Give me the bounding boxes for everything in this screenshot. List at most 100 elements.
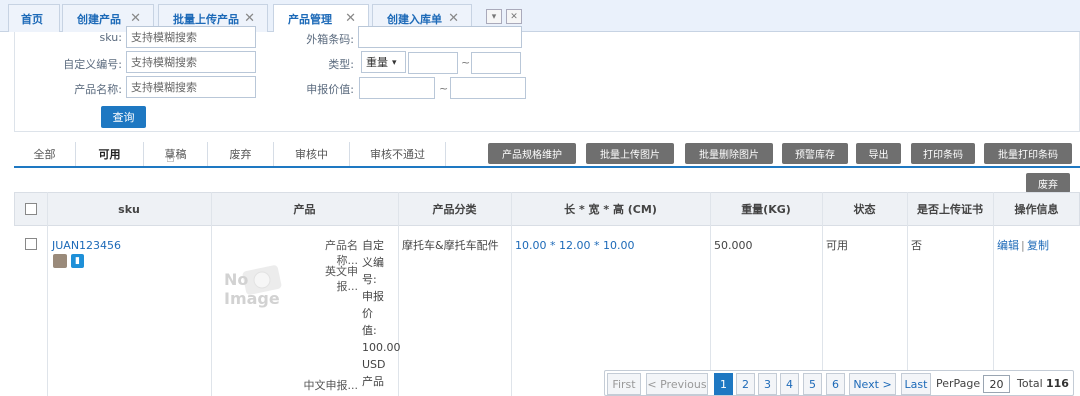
export-button[interactable]: 导出 [856,143,901,164]
tab-dropdown-icon[interactable]: ▾ [486,9,502,24]
pager-first[interactable]: First [607,373,641,395]
col-certificate: 是否上传证书 [917,203,983,216]
batch-delete-images-button[interactable]: 批量删除图片 [685,143,773,164]
dimensions-value: 10.00 * 12.00 * 10.00 [515,239,635,252]
field-value-line: 号: [362,273,377,286]
total-value: 116 [1046,377,1069,390]
status-tab-available[interactable]: 可用 [76,142,144,166]
close-icon[interactable]: ✕ [130,11,141,26]
clipboard-icon[interactable]: ▮ [71,254,84,268]
field-label-chinese-declared: 中文申报... [303,379,359,392]
type-select[interactable]: 重量 ▾ [361,51,406,73]
column-divider [993,192,994,396]
col-status: 状态 [853,203,876,216]
field-value-line: 价 [362,307,373,320]
print-barcode-button[interactable]: 打印条码 [911,143,975,164]
field-value-line: 义编 [362,256,384,269]
column-divider [47,192,48,396]
pager-page-3[interactable]: 3 [758,373,777,395]
select-all-checkbox[interactable] [25,203,37,215]
field-value-line: 产品 [362,375,384,388]
outer-barcode-input[interactable] [358,26,522,48]
certificate-value: 否 [911,239,922,252]
range-separator: ~ [439,82,449,95]
no-image-placeholder: No Image [222,262,296,308]
custom-code-input[interactable]: 支持模糊搜索 [126,51,256,73]
column-divider [398,192,399,396]
type-label: 类型: [328,58,354,71]
edit-link[interactable]: 编辑 [997,238,1019,253]
batch-upload-images-button[interactable]: 批量上传图片 [586,143,674,164]
status-tab-discarded[interactable]: 废弃 [208,142,274,166]
product-name-input[interactable]: 支持模糊搜索 [126,76,256,98]
tab-home[interactable]: 首页 [8,4,60,32]
type-min-input[interactable] [408,52,458,74]
field-value-line: 自定 [362,239,384,252]
field-values: 自定 义编 号: 申报 价 值: 100.00 USD 产品 [362,238,401,391]
column-divider [822,192,823,396]
tab-label: 创建产品 [77,12,121,26]
tab-label: 创建入库单 [387,12,442,26]
category-value: 摩托车&摩托车配件 [402,239,499,252]
pager-page-2[interactable]: 2 [736,373,755,395]
pager-page-6[interactable]: 6 [826,373,845,395]
tab-product-management[interactable]: 产品管理 ✕ [273,4,369,33]
range-separator: ~ [461,56,471,69]
tab-label: 产品管理 [288,13,332,26]
close-all-icon[interactable]: ✕ [506,9,522,24]
field-value-line: USD [362,358,386,371]
status-tab-underline [14,166,1080,168]
row-checkbox[interactable] [25,238,37,250]
type-selected: 重量 [366,57,388,69]
sku-link[interactable]: JUAN123456 [52,238,121,253]
status-tab-all[interactable]: 全部 [14,142,76,166]
query-button[interactable]: 查询 [101,106,146,128]
col-actions: 操作信息 [1014,203,1059,216]
column-divider [211,192,212,396]
spec-maintenance-button[interactable]: 产品规格维护 [488,143,576,164]
pager-last[interactable]: Last [901,373,931,395]
discard-button[interactable]: 废弃 [1026,173,1070,193]
field-value-line: 值: [362,324,377,337]
column-divider [907,192,908,396]
status-tab-reviewing[interactable]: 审核中 [274,142,350,166]
pager-page-5[interactable]: 5 [803,373,822,395]
column-divider [710,192,711,396]
perpage-label: PerPage [936,377,981,390]
perpage-input[interactable]: 20 [983,375,1010,393]
col-weight: 重量(KG) [741,203,791,216]
status-value: 可用 [826,239,848,252]
close-icon[interactable]: ✕ [244,11,255,26]
column-divider [511,192,512,396]
status-tab-rejected[interactable]: 审核不通过 [350,142,446,166]
cursor-icon: ☝ [166,150,175,166]
pager-next[interactable]: Next > [849,373,896,395]
copy-link[interactable]: 复制 [1027,238,1049,253]
pager-previous[interactable]: < Previous [646,373,708,395]
sku-input[interactable]: 支持模糊搜索 [126,26,256,48]
image-icon[interactable] [53,254,67,268]
col-sku[interactable]: sku [47,192,211,226]
col-product: 产品 [293,203,316,216]
outer-barcode-label: 外箱条码: [306,33,354,46]
pager-page-1[interactable]: 1 [714,373,733,395]
col-dimensions: 长 * 宽 * 高 (CM) [564,203,657,216]
no-image-text: No Image [224,270,280,308]
product-name-label: 产品名称: [74,83,122,96]
pager-page-4[interactable]: 4 [780,373,799,395]
close-icon[interactable]: ✕ [345,11,356,26]
type-max-input[interactable] [471,52,521,74]
field-value-line: 100.00 [362,341,401,354]
batch-print-barcode-button[interactable]: 批量打印条码 [984,143,1072,164]
status-tab-draft[interactable]: 草稿 [144,142,208,166]
custom-code-label: 自定义编号: [63,58,122,71]
stock-warning-button[interactable]: 预警库存 [782,143,848,164]
declared-max-input[interactable] [450,77,526,99]
tab-label: 首页 [21,12,43,26]
field-value-line: 申报 [362,290,384,303]
close-icon[interactable]: ✕ [448,11,459,26]
declared-min-input[interactable] [359,77,435,99]
sku-label: sku: [99,31,122,44]
tab-label: 批量上传产品 [173,12,239,26]
chevron-down-icon: ▾ [392,56,397,67]
